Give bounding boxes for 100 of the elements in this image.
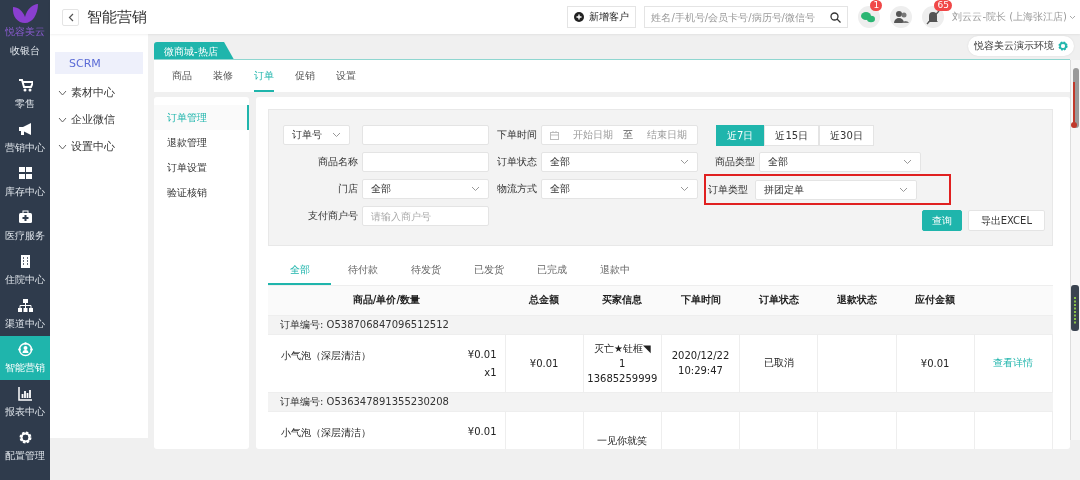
chevron-down-icon [332, 132, 341, 138]
dropdown[interactable]: 全部 [541, 179, 698, 199]
input-field[interactable] [362, 152, 489, 172]
nav-item[interactable]: 库存中心 [0, 160, 50, 204]
order-time: 2020/12/22 10:29:47 [670, 349, 731, 378]
total-amount: ¥0.01 [529, 357, 559, 369]
header-icon-button[interactable] [922, 6, 945, 28]
calendar-icon [550, 130, 559, 140]
status-tab[interactable]: 退款中 [583, 258, 646, 285]
caret-down-icon [1069, 14, 1076, 20]
nav-item[interactable]: 零售 [0, 72, 50, 116]
column-header: 总金额 [505, 286, 584, 315]
input-field[interactable] [362, 125, 489, 145]
export-button[interactable]: 导出EXCEL [967, 210, 1045, 231]
tab[interactable]: 促销 [295, 60, 315, 92]
sidebar-item[interactable]: 企业微信 [55, 106, 143, 133]
status-tab[interactable]: 已完成 [520, 258, 583, 285]
nav-item[interactable]: 医疗服务 [0, 204, 50, 248]
nav-item[interactable]: 配置管理 [0, 424, 50, 468]
nav-item[interactable]: 报表中心 [0, 380, 50, 424]
search-icon [830, 11, 842, 23]
field-label: 下单时间 [496, 128, 537, 142]
chevron-down-icon [58, 116, 67, 123]
column-header: 退款状态 [817, 286, 896, 315]
product-name: 小气泡（深层清洁） [281, 425, 371, 440]
product-name: 小气泡（深层清洁） [281, 348, 371, 363]
field-label: 商品类型 [714, 155, 755, 169]
grid-icon [17, 165, 33, 181]
column-header: 买家信息 [583, 286, 662, 315]
payable-amount: ¥0.01 [920, 357, 950, 369]
status-tab[interactable]: 已发货 [457, 258, 520, 285]
dropdown[interactable]: 订单号 [283, 125, 350, 145]
menu-item[interactable]: 验证核销 [154, 180, 249, 205]
quantity: x1 [484, 366, 497, 378]
nav-item[interactable]: 渠道中心 [0, 292, 50, 336]
megaphone-icon [17, 121, 33, 137]
header-icon-button[interactable] [858, 6, 881, 28]
environment-pill[interactable]: 悦容美云演示环境 [968, 36, 1074, 56]
field-label: 支付商户号 [307, 209, 358, 223]
menu-item[interactable]: 订单设置 [154, 155, 249, 180]
input-field[interactable]: 请输入商户号 [362, 206, 489, 226]
add-customer-button[interactable]: 新增客户 [567, 6, 637, 28]
range-button[interactable]: 近30日 [819, 125, 874, 146]
tab[interactable]: 装修 [213, 60, 233, 92]
column-header: 商品/单价/数量 [268, 286, 505, 315]
thermometer-icon [1071, 80, 1077, 130]
plus-circle-icon [574, 12, 585, 22]
buyer-info: 1 [618, 356, 627, 371]
column-header: 订单状态 [739, 286, 818, 315]
nav-item[interactable]: 收银台 [0, 42, 50, 72]
tab[interactable]: 设置 [336, 60, 356, 92]
field-label: 物流方式 [496, 182, 537, 196]
nav-item[interactable]: 住院中心 [0, 248, 50, 292]
dropdown[interactable]: 全部 [759, 152, 921, 172]
sidebar-item[interactable]: SCRM [55, 52, 143, 74]
back-button[interactable] [62, 8, 79, 26]
search-field[interactable]: 姓名/手机号/会员卡号/病历号/微信号 [644, 6, 849, 28]
count-badge: 1 [870, 0, 883, 11]
range-button[interactable]: 近15日 [764, 125, 820, 146]
nav-item[interactable]: 营销中心 [0, 116, 50, 160]
chevron-down-icon [903, 159, 912, 165]
settings-icon [1058, 41, 1068, 51]
order-number: 订单编号: O536347891355230208 [280, 395, 449, 407]
field-label: 门店 [337, 182, 358, 196]
dropdown[interactable]: 拼团定单 [755, 179, 917, 200]
logo-text: 悦容美云 [5, 25, 45, 39]
field-label: 商品名称 [317, 155, 358, 169]
field-label: 订单类型 [707, 182, 749, 197]
header-icon-button[interactable] [890, 6, 913, 28]
scrollbar-thumb[interactable] [1072, 68, 1079, 128]
chevron-down-icon [471, 186, 480, 192]
chevron-left-icon [67, 12, 74, 22]
buyer-info: 灭亡★钍框◥ [592, 341, 652, 356]
status-tab[interactable]: 待付款 [331, 258, 394, 285]
chevron-down-icon [58, 143, 67, 150]
page-title: 智能营销 [87, 7, 147, 27]
date-range-field[interactable]: 开始日期 至 结束日期 [541, 125, 698, 145]
buyer-info: 13685259999 [586, 371, 659, 386]
dropdown[interactable]: 全部 [541, 152, 698, 172]
status-tab[interactable]: 待发货 [394, 258, 457, 285]
sidebar-item[interactable]: 设置中心 [55, 133, 143, 160]
butterfly-logo-icon [10, 3, 40, 25]
hierarchy-icon [17, 297, 33, 313]
cart-icon [17, 77, 33, 93]
bar-chart-icon [17, 385, 33, 401]
buyer-info: 一见你就笑 [596, 433, 649, 448]
dropdown[interactable]: 全部 [362, 179, 489, 199]
count-badge: 65 [934, 0, 952, 11]
menu-item[interactable]: 退款管理 [154, 130, 249, 155]
field-label: 订单状态 [496, 155, 537, 169]
settings-icon [17, 429, 33, 445]
chevron-down-icon [680, 186, 689, 192]
side-widget-icon [1071, 285, 1079, 331]
unit-price: ¥0.01 [467, 348, 497, 360]
order-status: 已取消 [763, 357, 794, 368]
chevron-down-icon [899, 186, 908, 193]
sidebar-item[interactable]: 素材中心 [55, 79, 143, 106]
people-circle-icon [17, 341, 33, 357]
unit-price: ¥0.01 [467, 425, 497, 437]
tab[interactable]: 商品 [172, 60, 192, 92]
